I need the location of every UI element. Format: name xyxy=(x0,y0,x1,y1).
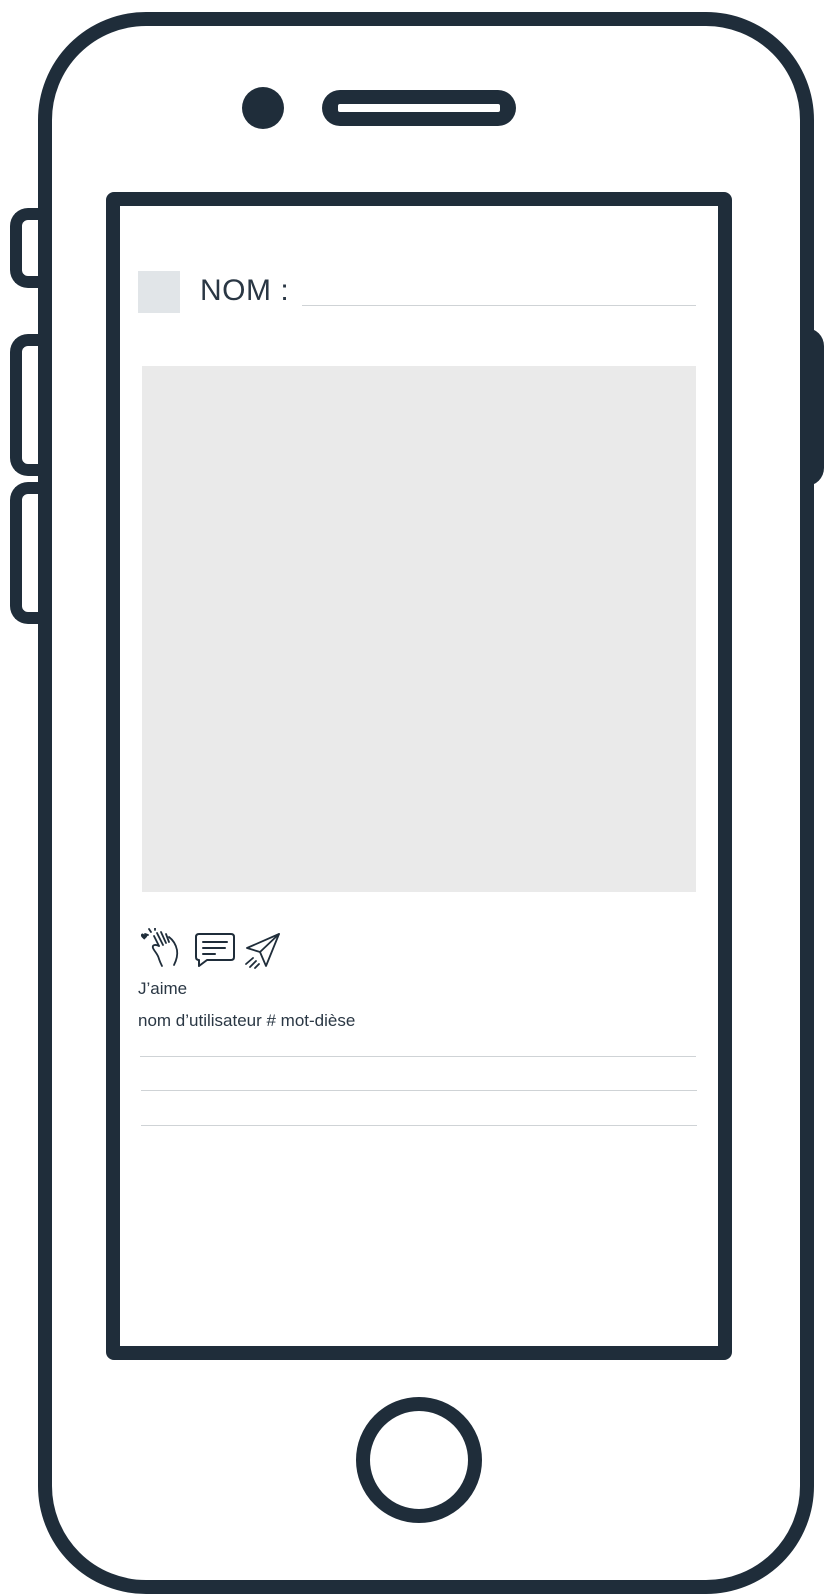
likes-label: J’aime xyxy=(138,979,188,998)
name-label: NOM : xyxy=(200,274,290,307)
volume-down-button xyxy=(10,482,40,624)
comment-line xyxy=(141,1125,697,1126)
comment-line xyxy=(140,1056,696,1057)
volume-up-button xyxy=(10,334,40,476)
heart-hand-icon[interactable] xyxy=(138,928,184,968)
speaker-slot xyxy=(338,104,500,112)
avatar[interactable] xyxy=(138,271,180,313)
volume-switch xyxy=(10,208,40,288)
comment-line xyxy=(141,1090,697,1091)
speech-bubble-icon[interactable] xyxy=(193,931,237,969)
home-button[interactable] xyxy=(356,1397,482,1523)
caption: nom d’utilisateur # mot-dièse xyxy=(138,1011,356,1030)
photo-placeholder xyxy=(142,366,696,892)
name-input-line[interactable] xyxy=(302,305,696,306)
front-camera xyxy=(242,87,284,129)
paper-plane-icon[interactable] xyxy=(242,932,282,970)
